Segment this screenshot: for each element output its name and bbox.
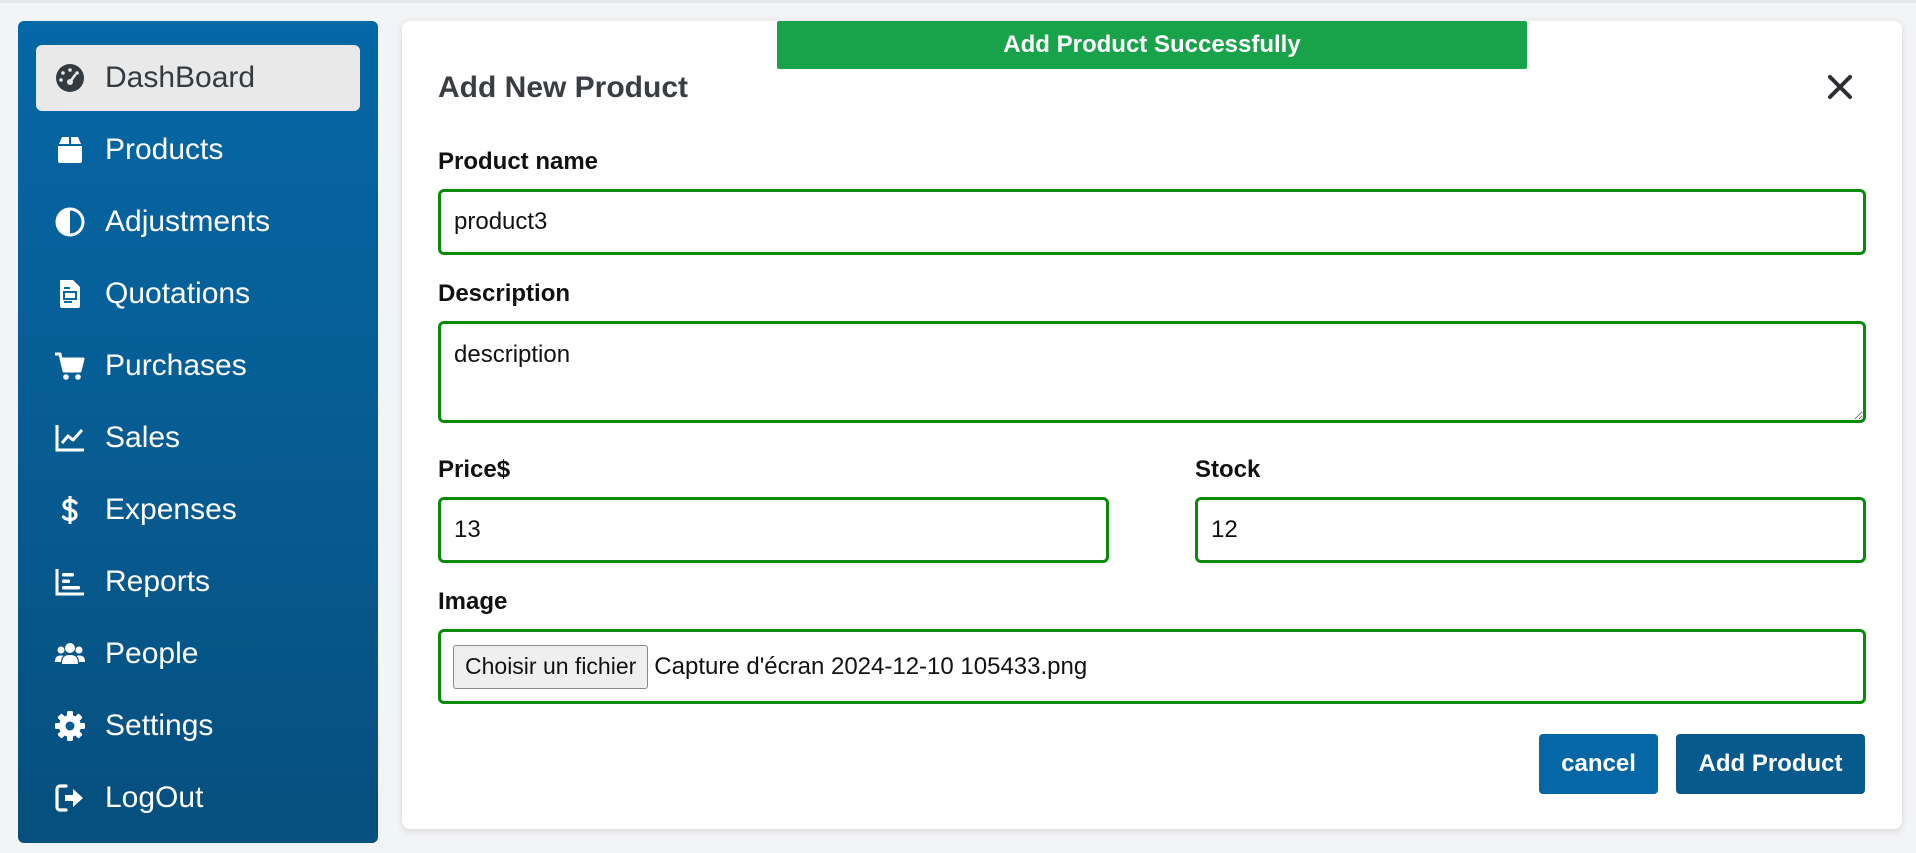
- dollar-icon: [53, 493, 87, 527]
- modal-title: Add New Product: [438, 71, 689, 104]
- price-label: Price$: [438, 456, 511, 483]
- dashboard-gauge-icon: [53, 61, 87, 95]
- sidebar-item-expenses[interactable]: Expenses: [36, 477, 360, 543]
- success-toast: Add Product Successfully: [777, 21, 1527, 69]
- box-icon: [53, 133, 87, 167]
- sidebar-item-label: Products: [105, 133, 224, 166]
- sidebar-item-label: Expenses: [105, 493, 237, 526]
- sidebar-item-adjustments[interactable]: Adjustments: [36, 189, 360, 255]
- sidebar-item-label: Sales: [105, 421, 181, 454]
- sidebar-item-quotations[interactable]: Quotations: [36, 261, 360, 327]
- image-label: Image: [438, 588, 508, 615]
- stock-label: Stock: [1195, 456, 1261, 483]
- sidebar-item-people[interactable]: People: [36, 621, 360, 687]
- sidebar-item-reports[interactable]: Reports: [36, 549, 360, 615]
- sidebar-item-sales[interactable]: Sales: [36, 405, 360, 471]
- add-product-modal: Add New Product Product name Description…: [402, 21, 1902, 829]
- close-icon: [1827, 74, 1853, 105]
- sidebar-item-label: Adjustments: [105, 205, 271, 238]
- add-product-button[interactable]: Add Product: [1676, 734, 1865, 794]
- sidebar-item-label: Settings: [105, 709, 214, 742]
- cart-icon: [53, 349, 87, 383]
- price-input[interactable]: [438, 497, 1109, 563]
- document-icon: [53, 277, 87, 311]
- sidebar: DashBoard Products Adjustments Quotation…: [18, 21, 378, 843]
- top-border: [0, 0, 1916, 3]
- bar-chart-icon: [53, 565, 87, 599]
- sidebar-item-dashboard[interactable]: DashBoard: [36, 45, 360, 111]
- product-name-label: Product name: [438, 148, 599, 175]
- image-file-input[interactable]: Choisir un fichier Capture d'écran 2024-…: [438, 629, 1866, 704]
- stock-input[interactable]: [1195, 497, 1866, 563]
- sidebar-item-settings[interactable]: Settings: [36, 693, 360, 759]
- sidebar-item-logout[interactable]: LogOut: [36, 765, 360, 831]
- half-circle-icon: [53, 205, 87, 239]
- sidebar-item-label: Purchases: [105, 349, 247, 382]
- line-chart-icon: [53, 421, 87, 455]
- sidebar-item-label: People: [105, 637, 199, 670]
- logout-icon: [53, 781, 87, 815]
- sidebar-item-label: Quotations: [105, 277, 251, 310]
- gear-icon: [53, 709, 87, 743]
- users-icon: [53, 637, 87, 671]
- sidebar-item-label: DashBoard: [105, 61, 256, 94]
- cancel-button[interactable]: cancel: [1539, 734, 1658, 794]
- choose-file-button[interactable]: Choisir un fichier: [453, 644, 649, 689]
- product-name-input[interactable]: [438, 189, 1866, 255]
- description-textarea[interactable]: description: [438, 321, 1866, 423]
- close-button[interactable]: [1820, 69, 1860, 109]
- sidebar-item-products[interactable]: Products: [36, 117, 360, 183]
- selected-file-name: Capture d'écran 2024-12-10 105433.png: [654, 652, 1088, 680]
- sidebar-item-purchases[interactable]: Purchases: [36, 333, 360, 399]
- sidebar-item-label: Reports: [105, 565, 211, 598]
- description-label: Description: [438, 280, 571, 307]
- sidebar-item-label: LogOut: [105, 781, 204, 814]
